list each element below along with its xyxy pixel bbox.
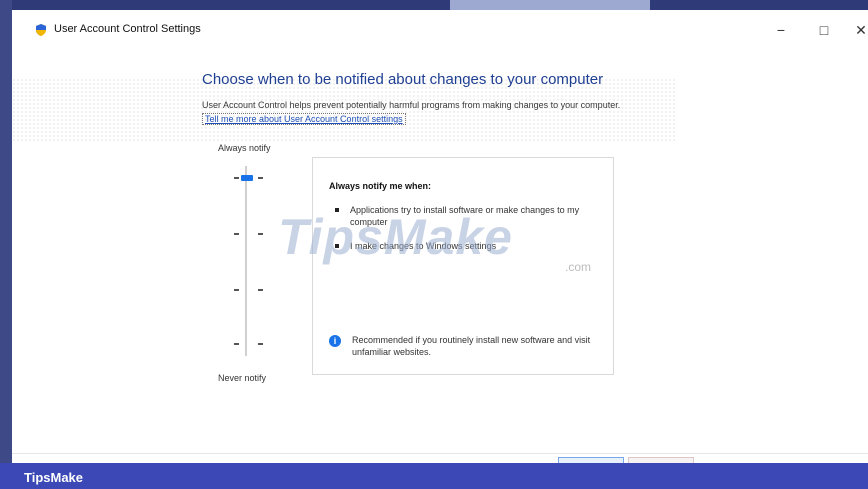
page-heading: Choose when to be notified about changes… bbox=[202, 71, 604, 88]
desktop-background-top bbox=[0, 0, 868, 10]
watermark-suffix: .com bbox=[565, 260, 592, 274]
slider-tick bbox=[258, 177, 263, 179]
minimize-button[interactable]: − bbox=[767, 18, 795, 42]
info-icon: i bbox=[329, 335, 341, 347]
slider-tick bbox=[258, 233, 263, 235]
shield-icon bbox=[36, 24, 46, 36]
brand-bar: TipsMake bbox=[0, 463, 868, 489]
footer-divider bbox=[12, 453, 868, 454]
slider-tick bbox=[258, 289, 263, 291]
slider-top-label: Always notify bbox=[218, 143, 271, 153]
slider-track[interactable] bbox=[245, 166, 247, 356]
page-description: User Account Control helps prevent poten… bbox=[202, 100, 621, 110]
slider-bottom-label: Never notify bbox=[218, 373, 267, 383]
recommendation-text: Recommended if you routinely install new… bbox=[352, 335, 591, 357]
slider-thumb[interactable] bbox=[241, 175, 253, 181]
maximize-button[interactable]: □ bbox=[810, 18, 838, 42]
title-bar: User Account Control Settings − □ ✕ bbox=[12, 10, 868, 50]
slider-tick bbox=[258, 343, 263, 345]
window-title: User Account Control Settings bbox=[54, 23, 201, 35]
slider-tick bbox=[234, 177, 239, 179]
learn-more-link[interactable]: Tell me more about User Account Control … bbox=[202, 113, 406, 125]
brand-label: TipsMake bbox=[24, 470, 84, 485]
slider-tick bbox=[234, 233, 239, 235]
slider-tick bbox=[234, 289, 239, 291]
desktop-highlight bbox=[450, 0, 650, 10]
watermark: TipsMake bbox=[278, 209, 513, 265]
panel-title: Always notify me when: bbox=[329, 181, 432, 191]
screenshot-frame: User Account Control Settings − □ ✕ Choo… bbox=[0, 0, 868, 463]
desktop-background-left bbox=[0, 0, 12, 463]
close-button[interactable]: ✕ bbox=[847, 18, 868, 42]
slider-tick bbox=[234, 343, 239, 345]
